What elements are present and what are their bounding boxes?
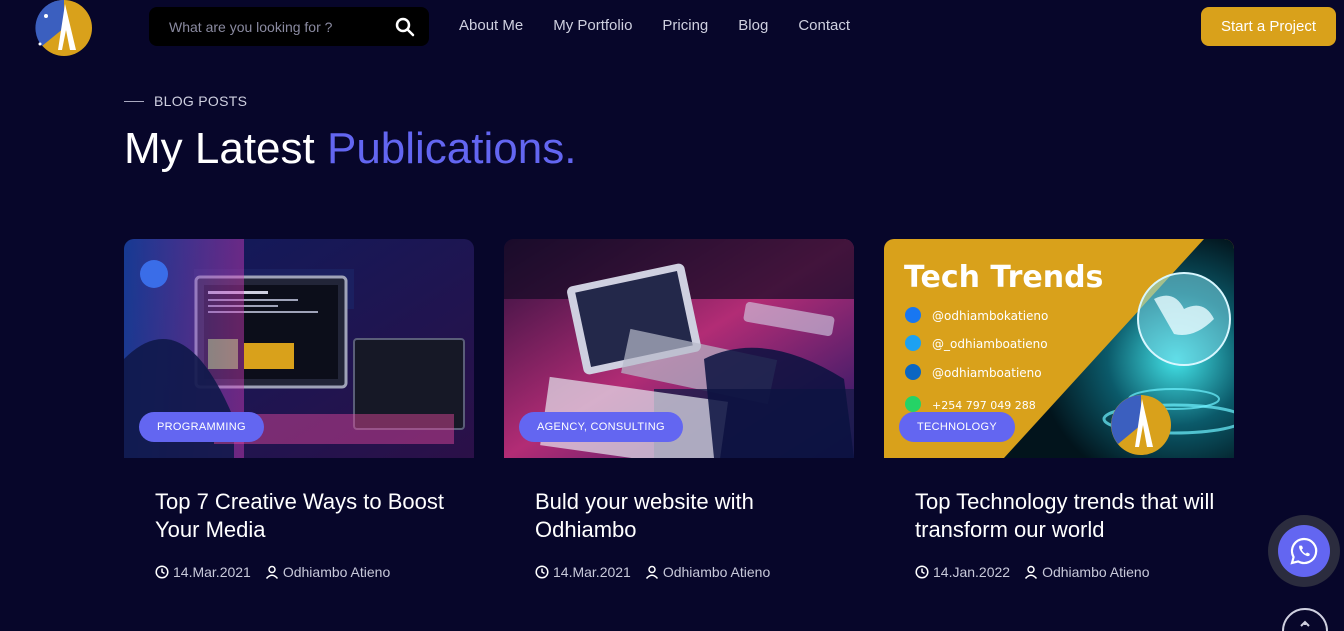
post-author[interactable]: Odhiambo Atieno: [645, 564, 770, 580]
post-meta: 14.Jan.2022 Odhiambo Atieno: [915, 564, 1234, 580]
eyebrow-label: BLOG POSTS: [154, 93, 248, 109]
section-eyebrow: BLOG POSTS: [124, 93, 247, 109]
post-image-technology[interactable]: Tech Trends @odhiambokatieno @_odhiamboa…: [884, 239, 1234, 458]
search-icon[interactable]: [395, 17, 415, 37]
section-title: My Latest Publications.: [124, 124, 576, 174]
post-tag[interactable]: PROGRAMMING: [139, 412, 264, 442]
post-date-text: 14.Mar.2021: [553, 564, 631, 580]
blog-card[interactable]: Tech Trends @odhiambokatieno @_odhiamboa…: [884, 239, 1234, 580]
post-title[interactable]: Top 7 Creative Ways to Boost Your Media: [155, 488, 455, 544]
site-logo[interactable]: [32, 0, 94, 58]
post-date-text: 14.Jan.2022: [933, 564, 1011, 580]
promo-facebook: @odhiambokatieno: [932, 309, 1048, 323]
nav-my-portfolio[interactable]: My Portfolio: [553, 17, 632, 34]
post-date: 14.Mar.2021: [155, 564, 251, 580]
clock-icon: [915, 565, 929, 579]
post-title[interactable]: Buld your website with Odhiambo: [535, 488, 835, 544]
search-input[interactable]: [169, 18, 395, 35]
whatsapp-icon[interactable]: [1278, 525, 1330, 577]
user-icon: [265, 565, 278, 579]
promo-phone: +254 797 049 288: [932, 399, 1036, 412]
post-author-name[interactable]: Odhiambo Atieno: [1042, 564, 1149, 580]
scroll-top-button[interactable]: [1282, 608, 1328, 631]
promo-linkedin: @odhiamboatieno: [932, 366, 1042, 380]
post-meta: 14.Mar.2021 Odhiambo Atieno: [535, 564, 854, 580]
title-accent: Publications.: [326, 124, 577, 173]
clock-icon: [535, 565, 549, 579]
post-tag[interactable]: AGENCY, CONSULTING: [519, 412, 683, 442]
post-author-name[interactable]: Odhiambo Atieno: [663, 564, 770, 580]
post-date-text: 14.Mar.2021: [173, 564, 251, 580]
post-meta: 14.Mar.2021 Odhiambo Atieno: [155, 564, 474, 580]
nav-about-me[interactable]: About Me: [459, 17, 523, 34]
nav-pricing[interactable]: Pricing: [662, 17, 708, 34]
clock-icon: [155, 565, 169, 579]
post-tag[interactable]: TECHNOLOGY: [899, 412, 1016, 442]
blog-card[interactable]: AGENCY, CONSULTING Buld your website wit…: [504, 239, 854, 580]
post-author[interactable]: Odhiambo Atieno: [1024, 564, 1149, 580]
nav-contact[interactable]: Contact: [798, 17, 850, 34]
promo-heading: Tech Trends: [904, 260, 1103, 295]
main-nav: About Me My Portfolio Pricing Blog Conta…: [459, 17, 850, 34]
eyebrow-line: [124, 100, 144, 102]
blog-card[interactable]: PROGRAMMING Top 7 Creative Ways to Boost…: [124, 239, 474, 580]
user-icon: [645, 565, 658, 579]
post-date: 14.Jan.2022: [915, 564, 1010, 580]
post-image-consulting[interactable]: AGENCY, CONSULTING: [504, 239, 854, 458]
post-title[interactable]: Top Technology trends that will transfor…: [915, 488, 1215, 544]
nav-blog[interactable]: Blog: [738, 17, 768, 34]
promo-twitter: @_odhiamboatieno: [932, 337, 1048, 351]
post-image-programming[interactable]: PROGRAMMING: [124, 239, 474, 458]
start-project-button[interactable]: Start a Project: [1201, 7, 1336, 46]
post-author[interactable]: Odhiambo Atieno: [265, 564, 390, 580]
title-main: My Latest: [124, 124, 327, 173]
user-icon: [1025, 565, 1038, 579]
whatsapp-button[interactable]: [1268, 515, 1340, 587]
arrow-up-icon: [1300, 620, 1310, 627]
search-bar: [149, 7, 429, 46]
post-author-name[interactable]: Odhiambo Atieno: [283, 564, 390, 580]
post-date: 14.Mar.2021: [535, 564, 631, 580]
